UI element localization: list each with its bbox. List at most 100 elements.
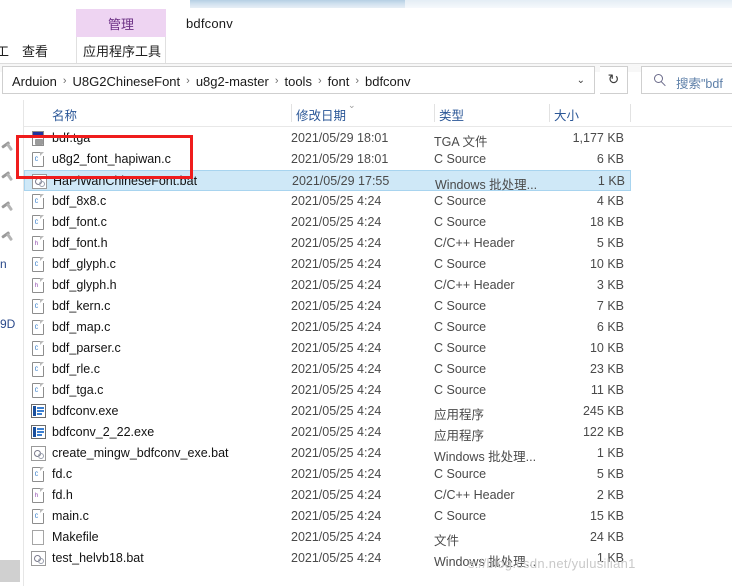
search-input[interactable]: 搜索"bdf <box>676 73 723 92</box>
nav-item-fragment[interactable]: 9D <box>0 317 15 331</box>
column-resize-handle[interactable] <box>549 104 550 122</box>
file-name-cell: bdfconv.exe <box>52 404 119 418</box>
table-row[interactable]: Cbdf_map.c 2021/05/25 4:24 C Source 6 KB <box>24 317 631 338</box>
file-name-cell: bdf_font.h <box>52 236 108 250</box>
address-bar-row: Arduion › U8G2ChineseFont › u8g2-master › tool… <box>0 66 732 96</box>
column-resize-handle[interactable] <box>434 104 435 122</box>
search-box[interactable]: 搜索"bdf <box>641 66 732 94</box>
file-date-cell: 2021/05/25 4:24 <box>291 194 382 208</box>
breadcrumb-item[interactable]: u8g2-master <box>193 74 272 89</box>
column-header-name[interactable]: 名称 <box>52 105 77 124</box>
file-date-cell: 2021/05/25 4:24 <box>291 215 382 229</box>
file-name-cell: bdf_kern.c <box>52 299 111 313</box>
column-header-size[interactable]: 大小 <box>554 105 579 124</box>
file-date-cell: 2021/05/25 4:24 <box>291 383 382 397</box>
tab-view[interactable]: 查看 <box>22 41 48 60</box>
column-resize-handle[interactable] <box>291 104 292 122</box>
address-bar[interactable]: Arduion › U8G2ChineseFont › u8g2-master › tool… <box>2 66 595 94</box>
table-row[interactable]: Cbdf_glyph.c 2021/05/25 4:24 C Source 10 KB <box>24 254 631 275</box>
file-name-cell: main.c <box>52 509 89 523</box>
tab-application-tools[interactable]: 应用程序工具 <box>76 37 166 63</box>
file-size-cell: 245 KB <box>582 404 624 418</box>
table-row[interactable]: create_mingw_bdfconv_exe.bat 2021/05/25 4… <box>24 443 631 464</box>
file-date-cell: 2021/05/25 4:24 <box>291 446 382 460</box>
file-type-cell: C Source <box>434 215 487 229</box>
file-date-cell: 2021/05/25 4:24 <box>291 320 382 334</box>
table-row[interactable]: Cmain.c 2021/05/25 4:24 C Source 15 KB <box>24 506 631 527</box>
breadcrumb-item[interactable]: bdfconv <box>362 74 414 89</box>
file-name-cell: fd.c <box>52 467 73 481</box>
file-size-cell: 5 KB <box>596 467 624 481</box>
table-row[interactable]: bdfconv.exe 2021/05/25 4:24 应用程序 245 KB <box>24 401 631 422</box>
c-source-icon: C <box>31 383 46 398</box>
exe-app-icon <box>31 425 46 440</box>
file-date-cell: 2021/05/25 4:24 <box>291 551 382 565</box>
breadcrumb-item[interactable]: tools <box>281 74 314 89</box>
file-size-cell: 2 KB <box>596 488 624 502</box>
file-date-cell: 2021/05/25 4:24 <box>291 299 382 313</box>
file-name-cell: bdf_font.c <box>52 215 107 229</box>
table-row[interactable]: h fd.h 2021/05/25 4:24 C/C++ Header 2 KB <box>24 485 631 506</box>
file-explorer-window: bdfconv 工 查看 管理 应用程序工具 Arduion › U8G2Chine… <box>0 0 732 586</box>
breadcrumb-separator: › <box>317 75 322 87</box>
column-resize-handle[interactable] <box>630 104 631 122</box>
table-row[interactable]: Cbdf_rle.c 2021/05/25 4:24 C Source 23 KB <box>24 359 631 380</box>
refresh-button[interactable]: ↻ <box>600 66 628 94</box>
file-type-cell: C Source <box>434 383 487 397</box>
pin-icon <box>1 141 14 153</box>
horizontal-scrollbar[interactable] <box>0 560 20 582</box>
breadcrumb-item[interactable]: font <box>325 74 353 89</box>
breadcrumb-separator: › <box>186 75 190 87</box>
tab-cut-off[interactable]: 工 <box>0 41 9 60</box>
column-header-date[interactable]: 修改日期 <box>296 105 346 124</box>
file-size-cell: 1,177 KB <box>572 131 624 145</box>
column-header-underline <box>24 126 732 127</box>
table-row[interactable]: Cbdf_8x8.c 2021/05/25 4:24 C Source 4 KB <box>24 191 631 212</box>
file-date-cell: 2021/05/25 4:24 <box>291 404 382 418</box>
file-type-cell: C Source <box>434 509 487 523</box>
table-row[interactable]: Cbdf_kern.c 2021/05/25 4:24 C Source 7 KB <box>24 296 631 317</box>
c-source-icon: C <box>31 509 46 524</box>
file-name-cell: bdf_glyph.h <box>52 278 117 292</box>
file-size-cell: 7 KB <box>596 299 624 313</box>
file-size-cell: 10 KB <box>589 257 624 271</box>
file-name-cell: test_helvb18.bat <box>52 551 144 565</box>
breadcrumb-item[interactable]: Arduion <box>9 74 60 89</box>
c-source-icon: C <box>31 215 46 230</box>
table-row[interactable]: Cbdf_tga.c 2021/05/25 4:24 C Source 11 KB <box>24 380 631 401</box>
file-name-cell: fd.h <box>52 488 73 502</box>
search-icon <box>654 74 667 87</box>
contextual-tab-manage[interactable]: 管理 <box>76 9 166 37</box>
file-list[interactable]: bdf.tga 2021/05/29 18:01 TGA 文件 1,177 KB Cu8… <box>24 128 732 586</box>
h-header-icon: h <box>31 488 46 503</box>
table-row[interactable]: Makefile 2021/05/25 4:24 文件 24 KB <box>24 527 631 548</box>
file-name-cell: bdf_tga.c <box>52 383 104 397</box>
breadcrumb-separator: › <box>274 75 279 87</box>
file-size-cell: 5 KB <box>596 236 624 250</box>
table-row[interactable]: Cfd.c 2021/05/25 4:24 C Source 5 KB <box>24 464 631 485</box>
refresh-icon: ↻ <box>607 71 620 87</box>
file-type-cell: C Source <box>434 152 487 166</box>
c-source-icon: C <box>31 299 46 314</box>
table-row[interactable]: bdfconv_2_22.exe 2021/05/25 4:24 应用程序 122 K… <box>24 422 631 443</box>
h-header-icon: h <box>31 236 46 251</box>
column-header-type[interactable]: 类型 <box>439 105 464 124</box>
table-row[interactable]: h bdf_font.h 2021/05/25 4:24 C/C++ Header 5 … <box>24 233 631 254</box>
table-row[interactable]: Cbdf_font.c 2021/05/25 4:24 C Source 18 KB <box>24 212 631 233</box>
file-date-cell: 2021/05/25 4:24 <box>291 341 382 355</box>
file-size-cell: 1 KB <box>596 446 624 460</box>
sort-indicator-icon: ⌄ <box>348 100 356 110</box>
table-row[interactable]: h bdf_glyph.h 2021/05/25 4:24 C/C++ Header 3… <box>24 275 631 296</box>
contextual-tools-title: bdfconv <box>186 16 233 31</box>
nav-item-fragment[interactable]: n <box>0 257 7 271</box>
breadcrumb-item[interactable]: U8G2ChineseFont <box>69 74 183 89</box>
chevron-down-icon[interactable]: ⌄ <box>577 76 585 86</box>
title-bar-left-blank <box>0 0 190 8</box>
file-type-cell: C Source <box>434 362 487 376</box>
file-size-cell: 4 KB <box>596 194 624 208</box>
file-type-cell: C Source <box>434 341 487 355</box>
table-row[interactable]: Cbdf_parser.c 2021/05/25 4:24 C Source 10 K… <box>24 338 631 359</box>
breadcrumb: Arduion › U8G2ChineseFont › u8g2-master › tool… <box>9 72 414 90</box>
ribbon-tab-strip: bdfconv 工 查看 管理 应用程序工具 <box>0 8 732 72</box>
file-date-cell: 2021/05/29 17:55 <box>292 174 390 188</box>
